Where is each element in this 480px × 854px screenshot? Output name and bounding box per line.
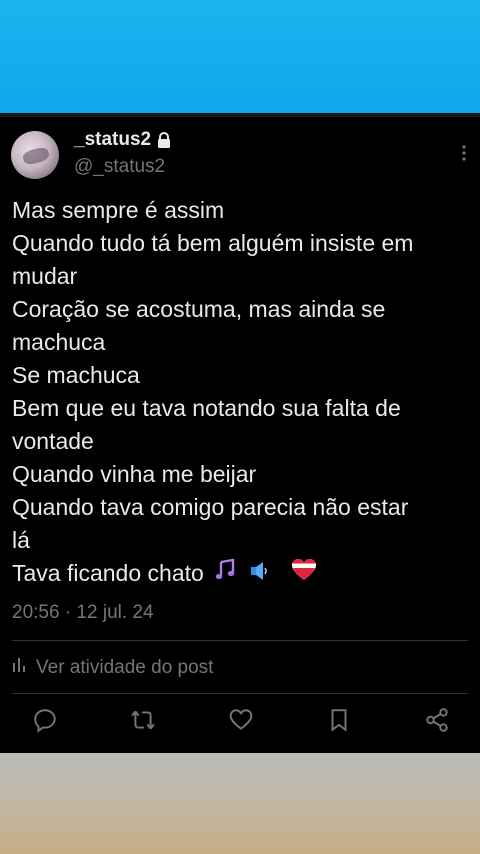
- speaker-emoji: [249, 558, 271, 591]
- top-background: [0, 0, 480, 113]
- post-text-line: Tava ficando chato: [12, 560, 204, 586]
- lock-icon: [157, 132, 171, 148]
- repost-icon[interactable]: [130, 707, 158, 735]
- reply-icon[interactable]: [32, 707, 60, 735]
- heart-emoji: [291, 558, 317, 591]
- more-vertical-icon[interactable]: [460, 143, 468, 163]
- post-text-line: mudar: [12, 263, 78, 289]
- post-text-line: vontade: [12, 428, 94, 454]
- author-name-row[interactable]: _status2: [74, 129, 171, 151]
- avatar[interactable]: [11, 131, 59, 179]
- divider: [12, 693, 468, 694]
- post-text-line: Coração se acostuma, mas ainda se: [12, 296, 386, 322]
- author-handle[interactable]: @_status2: [74, 156, 165, 178]
- like-icon[interactable]: [228, 707, 256, 735]
- post-text-line: Mas sempre é assim: [12, 197, 225, 223]
- post-text-line: Quando vinha me beijar: [12, 461, 257, 487]
- post-text-line: Bem que eu tava notando sua falta de: [12, 395, 401, 421]
- music-notes-emoji: [214, 558, 238, 591]
- post-text-line: Quando tudo tá bem alguém insiste em: [12, 230, 414, 256]
- display-name[interactable]: _status2: [74, 129, 151, 151]
- post-text: Mas sempre é assim Quando tudo tá bem al…: [12, 194, 472, 591]
- post-text-line: lá: [12, 527, 30, 553]
- activity-label[interactable]: Ver atividade do post: [36, 657, 213, 679]
- post-text-line: Se machuca: [12, 362, 140, 388]
- bookmark-icon[interactable]: [326, 707, 354, 735]
- divider: [12, 640, 468, 641]
- post-timestamp[interactable]: 20:56 · 12 jul. 24: [12, 602, 154, 624]
- bar-chart-icon: [12, 657, 28, 679]
- action-bar: [0, 707, 480, 743]
- post-text-last-line: Tava ficando chato: [12, 557, 472, 591]
- bottom-background: [0, 753, 480, 854]
- post-card: _status2 @_status2 Mas sempre é assim Qu…: [0, 117, 480, 753]
- share-icon[interactable]: [424, 707, 452, 735]
- view-post-activity[interactable]: Ver atividade do post: [12, 657, 213, 679]
- post-text-line: machuca: [12, 329, 106, 355]
- post-text-line: Quando tava comigo parecia não estar: [12, 494, 409, 520]
